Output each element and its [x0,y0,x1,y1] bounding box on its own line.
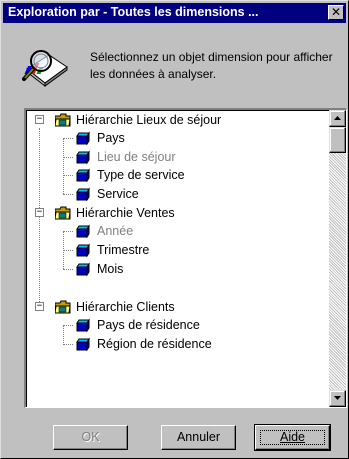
tree-branch-line [63,138,64,194]
folder-hierarchy-icon [54,113,71,127]
collapse-toggle-ventes[interactable]: − [35,208,44,217]
tree-item-label: Type de service [97,168,185,182]
tree-node-hierarchie-lieux[interactable]: Hiérarchie Lieux de séjour [54,112,315,128]
tree-node-hierarchie-ventes[interactable]: Hiérarchie Ventes [54,205,315,221]
collapse-toggle-clients[interactable]: − [35,302,44,311]
dimension-tree[interactable]: − Hiérarchie Lieux de séjour Pays Lieu d… [26,110,326,407]
dimension-cube-icon [76,337,92,352]
dimension-tree-panel[interactable]: − Hiérarchie Lieux de séjour Pays Lieu d… [24,108,347,408]
tree-connector [63,138,73,139]
arrow-up-icon [334,116,341,120]
tree-item-pays-de-residence[interactable]: Pays de résidence [76,317,296,333]
close-button[interactable]: ✕ [328,5,344,20]
scroll-up-button[interactable] [329,110,346,127]
tree-item-label: Région de résidence [97,337,212,351]
tree-item-annee[interactable]: Année [76,223,276,239]
tree-node-label: Hiérarchie Lieux de séjour [76,113,222,127]
tree-item-type-de-service[interactable]: Type de service [76,167,276,183]
cancel-button-label: Annuler [176,430,221,444]
tree-item-region-de-residence[interactable]: Région de résidence [76,336,296,352]
cancel-button[interactable]: Annuler [161,425,236,450]
tree-item-label: Mois [97,262,124,276]
tree-connector [63,250,73,251]
tree-item-label: Pays [97,131,125,145]
dimension-cube-icon [76,131,92,146]
window-title: Exploration par - Toutes les dimensions … [8,5,259,19]
tree-connector [63,269,73,270]
tree-node-label: Hiérarchie Clients [76,300,175,314]
tree-item-label: Service [97,187,139,201]
help-button[interactable]: Aide [254,424,331,451]
dimension-cube-icon [76,262,92,277]
exploration-dialog: Exploration par - Toutes les dimensions … [0,0,349,459]
instruction-text: Sélectionnez un objet dimension pour aff… [90,50,333,81]
tree-item-service[interactable]: Service [76,186,276,202]
dimension-cube-icon [76,168,92,183]
tree-connector [63,157,73,158]
collapse-toggle-lieux[interactable]: − [35,115,44,124]
tree-connector [63,344,73,345]
tree-node-hierarchie-clients[interactable]: Hiérarchie Clients [54,299,315,315]
scroll-thumb[interactable] [329,127,346,153]
tree-item-pays[interactable]: Pays [76,130,276,146]
arrow-down-icon [334,396,341,400]
tree-item-lieu-de-sejour[interactable]: Lieu de séjour [76,149,276,165]
tree-connector [63,231,73,232]
tree-item-trimestre[interactable]: Trimestre [76,242,276,258]
scroll-down-button[interactable] [329,390,346,407]
dimension-cube-icon [76,187,92,202]
ok-button[interactable]: OK [53,425,128,450]
tree-item-label: Pays de résidence [97,318,200,332]
folder-hierarchy-icon [54,300,71,314]
ok-button-label: OK [81,430,100,444]
magnifier-document-icon [21,47,71,91]
tree-item-label: Année [97,224,134,238]
tree-node-label: Hiérarchie Ventes [76,206,175,220]
title-bar[interactable]: Exploration par - Toutes les dimensions … [3,3,346,23]
folder-hierarchy-icon [54,206,71,220]
tree-connector [63,194,73,195]
tree-connector [63,175,73,176]
tree-item-label: Trimestre [97,243,150,257]
tree-item-mois[interactable]: Mois [76,261,276,277]
tree-item-label: Lieu de séjour [97,150,176,164]
dimension-cube-icon [76,318,92,333]
help-button-label: Aide [279,430,306,444]
dimension-cube-icon [76,150,92,165]
dimension-cube-icon [76,243,92,258]
dimension-cube-icon [76,224,92,239]
tree-branch-line [63,325,64,345]
tree-connector [63,325,73,326]
vertical-scrollbar[interactable] [329,110,346,407]
tree-root-line [39,128,40,306]
